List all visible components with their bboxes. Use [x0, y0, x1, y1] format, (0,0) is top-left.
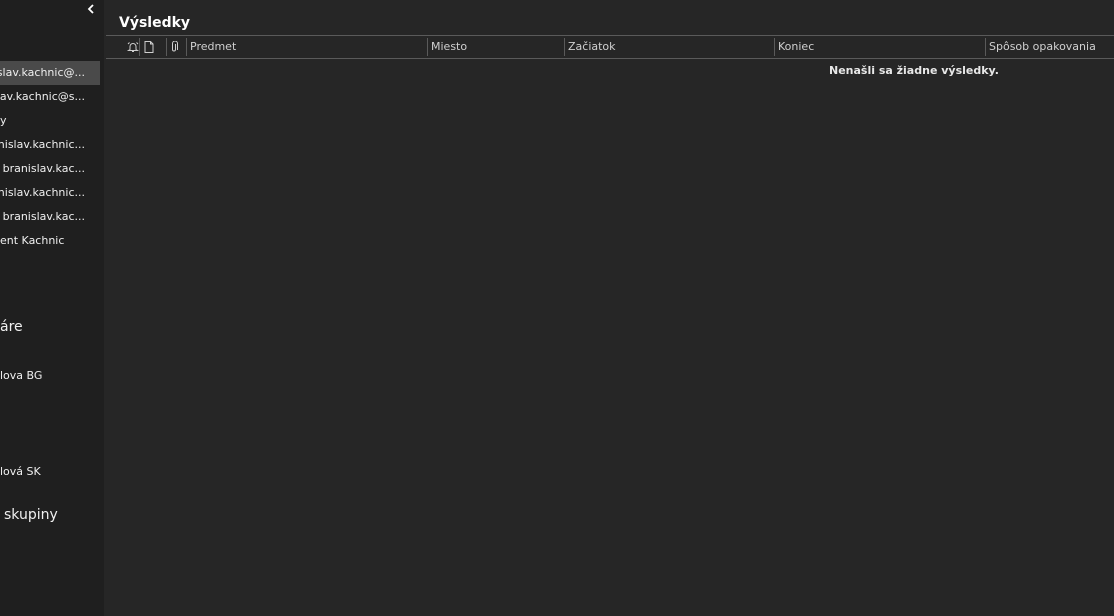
folder-group-label: áre: [0, 319, 23, 335]
folder-item-label: slav.kachnic@s...: [0, 90, 85, 103]
folder-item[interactable]: ent Kachnic: [0, 229, 100, 253]
folder-group-header[interactable]: skupiny: [0, 507, 100, 527]
calendar-search-window: islav.kachnic@... slav.kachnic@s... y an…: [0, 0, 1114, 616]
folder-item[interactable]: y: [0, 109, 100, 133]
folder-group-header[interactable]: áre: [0, 319, 100, 339]
document-icon: [144, 41, 154, 53]
folder-group-label: lová SK: [0, 465, 41, 478]
folder-item[interactable]: slav.kachnic@s...: [0, 85, 100, 109]
folder-item-label: - branislav.kac...: [0, 162, 85, 175]
empty-results-message: Nenašli sa žiadne výsledky.: [829, 64, 999, 77]
folder-item-label: - branislav.kac...: [0, 210, 85, 223]
column-header-row: Predmet Miesto Začiatok Koniec Spôsob op…: [106, 35, 1114, 59]
folder-group-header[interactable]: lova BG: [0, 369, 100, 385]
folder-group-label: lova BG: [0, 369, 43, 382]
attachment-column-header[interactable]: [167, 40, 181, 54]
end-column-header[interactable]: Koniec: [774, 38, 984, 56]
folder-item-label: ent Kachnic: [0, 234, 65, 247]
bell-icon: [127, 42, 139, 52]
folder-item-label: anislav.kachnic...: [0, 138, 85, 151]
folder-item-label: islav.kachnic@...: [0, 66, 85, 79]
subject-column-header[interactable]: Predmet: [186, 38, 426, 56]
page-title: Výsledky: [119, 15, 191, 31]
paperclip-icon: [172, 41, 178, 52]
folder-pane: islav.kachnic@... slav.kachnic@s... y an…: [0, 0, 104, 616]
collapse-pane-button[interactable]: [84, 2, 98, 16]
folder-item[interactable]: - branislav.kac...: [0, 157, 100, 181]
folder-item[interactable]: - branislav.kac...: [0, 205, 100, 229]
folder-group-label: skupiny: [4, 507, 58, 523]
results-pane: Výsledky Predmet Miesto Začiatok Koniec …: [104, 0, 1114, 616]
folder-item[interactable]: islav.kachnic@...: [0, 61, 100, 85]
folder-group-header[interactable]: lová SK: [0, 465, 100, 481]
recurrence-column-header[interactable]: Spôsob opakovania: [985, 38, 1113, 56]
folder-item[interactable]: anislav.kachnic...: [0, 133, 100, 157]
reminder-column-header[interactable]: [126, 40, 140, 54]
folder-item-label: y: [0, 114, 7, 127]
folder-item-label: anislav.kachnic...: [0, 186, 85, 199]
start-column-header[interactable]: Začiatok: [564, 38, 772, 56]
chevron-left-icon: [87, 4, 94, 14]
location-column-header[interactable]: Miesto: [427, 38, 563, 56]
column-divider: [139, 38, 140, 56]
item-type-column-header[interactable]: [142, 40, 156, 54]
folder-item[interactable]: anislav.kachnic...: [0, 181, 100, 205]
